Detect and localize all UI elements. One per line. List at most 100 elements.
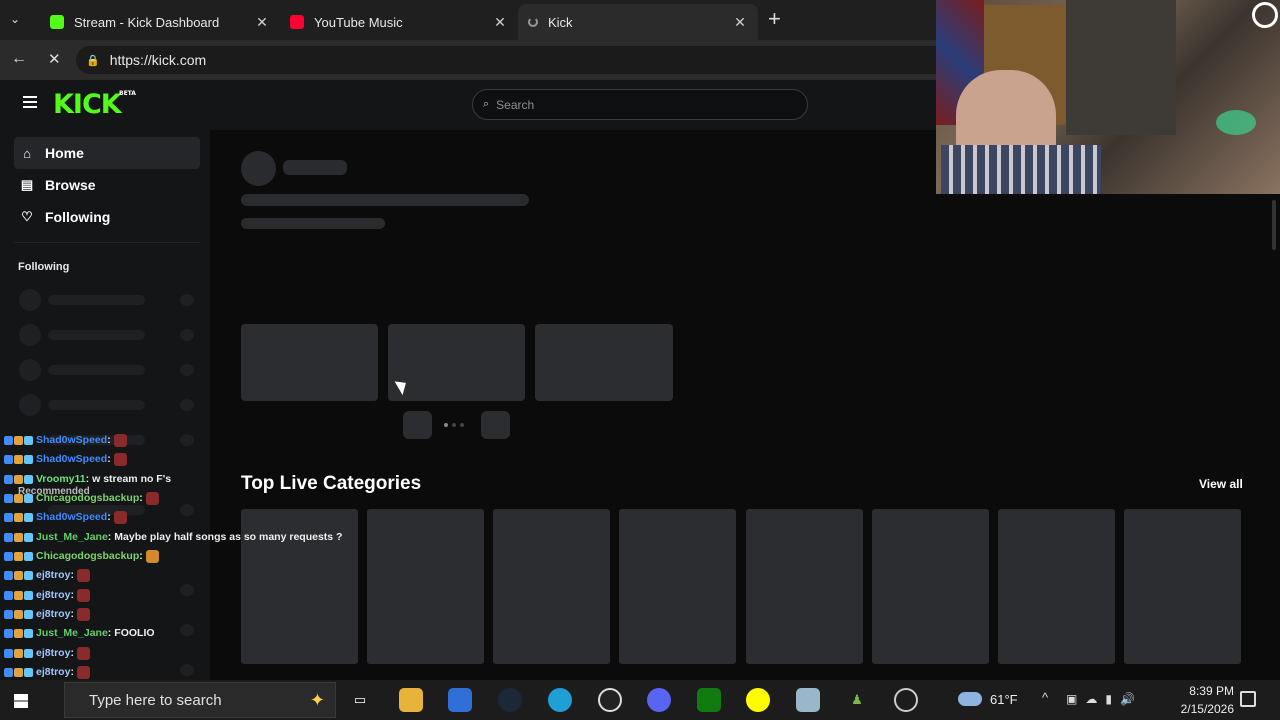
lock-icon: 🔒: [86, 54, 100, 67]
heart-icon: ♡: [21, 209, 33, 224]
loading-favicon-icon: [528, 17, 538, 27]
menu-icon[interactable]: [23, 96, 37, 108]
view-all-link[interactable]: View all: [1199, 477, 1243, 491]
channel-viewers-skeleton: [180, 584, 194, 596]
tab-youtube-music[interactable]: YouTube Music ✕: [280, 4, 518, 40]
tab-close-icon[interactable]: ✕: [492, 14, 508, 31]
edge-icon[interactable]: [548, 688, 572, 712]
sidebar-item-home[interactable]: ⌂ Home: [14, 137, 200, 169]
chat-emote-icon: [76, 588, 90, 602]
chat-message: Chicagodogsbackup :: [4, 490, 159, 506]
sidebar-item-following[interactable]: ♡ Following: [14, 201, 200, 233]
clock-time[interactable]: 8:39 PM: [1164, 684, 1234, 698]
channel-viewers-skeleton: [180, 664, 194, 676]
tray-icons: ▣☁▮🔊: [1066, 692, 1143, 706]
channel-viewers-skeleton: [180, 504, 194, 516]
chat-message: Shad0wSpeed :: [4, 509, 127, 525]
chat-separator: :: [107, 511, 111, 523]
category-card[interactable]: [1124, 509, 1241, 664]
home-icon: ⌂: [23, 145, 31, 161]
url-text: https://kick.com: [109, 52, 207, 68]
obs-icon[interactable]: [598, 688, 622, 712]
category-card[interactable]: [493, 509, 610, 664]
channel-avatar-skeleton: [19, 289, 41, 311]
chess-icon[interactable]: ♟: [845, 688, 869, 712]
category-card[interactable]: [872, 509, 989, 664]
tab-label: Kick: [548, 14, 573, 30]
chat-separator: :: [70, 608, 74, 620]
chat-message: ej8troy :: [4, 664, 90, 680]
category-card[interactable]: [367, 509, 484, 664]
chat-badges: [4, 551, 33, 561]
taskbar-search[interactable]: Type here to search ✦: [64, 682, 336, 718]
chat-badges: [4, 570, 33, 580]
search-highlight-icon: ✦: [309, 689, 325, 710]
chat-message: Chicagodogsbackup :: [4, 548, 159, 564]
tab-kick-dashboard[interactable]: Stream - Kick Dashboard ✕: [40, 4, 280, 40]
chat-username: Shad0wSpeed: [36, 434, 108, 446]
kick-logo[interactable]: KICK BETA: [53, 89, 136, 120]
start-icon[interactable]: [14, 694, 28, 708]
network-app-icon[interactable]: [796, 688, 820, 712]
chat-separator: :: [107, 531, 112, 543]
sidebar-item-browse[interactable]: ▤ Browse: [14, 169, 200, 201]
chat-username: Chicagodogsbackup: [36, 492, 140, 504]
discord-icon[interactable]: [647, 688, 671, 712]
chat-username: Shad0wSpeed: [36, 511, 108, 523]
clock-date[interactable]: 2/15/2026: [1164, 702, 1234, 716]
chat-username: Just_Me_Jane: [36, 531, 108, 543]
channel-avatar-skeleton: [19, 359, 41, 381]
recording-app-icon[interactable]: [894, 688, 918, 712]
page-scrollbar[interactable]: [1272, 200, 1276, 250]
carousel-next-button[interactable]: [481, 411, 510, 439]
category-card[interactable]: [619, 509, 736, 664]
xbox-icon[interactable]: [697, 688, 721, 712]
chat-message: ej8troy :: [4, 645, 90, 661]
carousel-prev-button[interactable]: [403, 411, 432, 439]
channel-viewers-skeleton: [180, 624, 194, 636]
channel-name-skeleton: [48, 330, 145, 340]
category-card[interactable]: [998, 509, 1115, 664]
beta-badge: BETA: [119, 90, 136, 97]
logo-text: KICK: [53, 89, 122, 120]
webcam-overlay: [936, 0, 1280, 194]
tab-close-icon[interactable]: ✕: [254, 14, 270, 31]
file-explorer-icon[interactable]: [399, 688, 423, 712]
back-arrow-icon[interactable]: ←: [11, 50, 27, 68]
tab-kick[interactable]: Kick ✕: [518, 4, 758, 40]
chat-badges: [4, 435, 33, 445]
microsoft-store-icon[interactable]: [448, 688, 472, 712]
chat-separator: :: [85, 473, 90, 485]
weather-icon: [958, 692, 982, 706]
category-card[interactable]: [746, 509, 863, 664]
carousel-card[interactable]: [241, 324, 378, 401]
tab-close-icon[interactable]: ✕: [732, 14, 748, 31]
chat-text: FOOLIO: [114, 627, 155, 639]
chat-message: ej8troy :: [4, 587, 90, 603]
tray-chevron-icon[interactable]: ^: [1042, 690, 1048, 705]
carousel-card[interactable]: [535, 324, 673, 401]
url-field[interactable]: 🔒 https://kick.com: [76, 46, 956, 74]
sidebar-item-label: Home: [45, 145, 84, 161]
featured-category-skeleton: [241, 218, 385, 229]
channel-name-skeleton: [48, 365, 145, 375]
chat-separator: :: [70, 666, 74, 678]
chat-username: ej8troy: [36, 569, 71, 581]
steam-icon[interactable]: [498, 688, 522, 712]
notifications-icon[interactable]: [1240, 691, 1256, 707]
channel-avatar-skeleton: [19, 394, 41, 416]
snapchat-icon[interactable]: [746, 688, 770, 712]
search-icon: ⌕: [483, 98, 490, 110]
chat-message: Just_Me_Jane : Maybe play half songs as s…: [4, 529, 342, 545]
stop-loading-icon[interactable]: ✕: [48, 50, 61, 68]
taskbar-search-placeholder: Type here to search: [89, 691, 222, 709]
chat-message: Shad0wSpeed :: [4, 432, 127, 448]
task-view-icon[interactable]: ▭: [348, 688, 372, 712]
search-input[interactable]: ⌕ Search: [472, 89, 808, 120]
weather-temp[interactable]: 61°F: [990, 692, 1018, 707]
top-live-categories-title: Top Live Categories: [241, 473, 422, 494]
tab-list-chevron-icon[interactable]: ⌄: [10, 12, 20, 26]
chat-emote-icon: [145, 491, 159, 505]
new-tab-button[interactable]: +: [768, 6, 781, 32]
chat-separator: :: [107, 434, 111, 446]
